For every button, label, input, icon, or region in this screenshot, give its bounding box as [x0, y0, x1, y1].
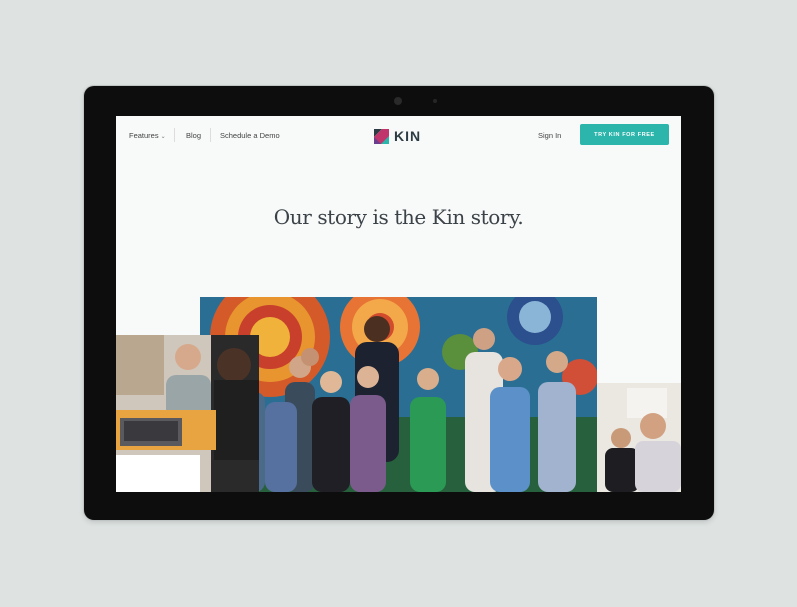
try-kin-button[interactable]: TRY KIN FOR FREE — [580, 124, 669, 145]
nav-schedule-demo[interactable]: Schedule a Demo — [220, 131, 280, 140]
kin-logo-icon — [374, 128, 389, 144]
nav-sign-in[interactable]: Sign In — [538, 131, 561, 140]
team-photo — [200, 297, 597, 492]
nav-features[interactable]: Features ⌄ — [129, 131, 166, 140]
sensor-dot — [433, 99, 437, 103]
camera-icon — [394, 97, 402, 105]
meeting-photo — [597, 383, 681, 492]
logo-text: KIN — [394, 128, 422, 144]
nav-blog[interactable]: Blog — [186, 131, 201, 140]
kin-logo[interactable]: KIN — [374, 128, 421, 144]
laptop-photo — [116, 335, 259, 492]
website-screen: Features ⌄ Blog Schedule a Demo KIN Sign … — [116, 116, 681, 492]
nav-divider — [174, 128, 175, 142]
page-headline: Our story is the Kin story. — [273, 205, 524, 229]
chevron-down-icon: ⌄ — [160, 134, 166, 140]
nav-divider — [210, 128, 211, 142]
tablet-device: Features ⌄ Blog Schedule a Demo KIN Sign … — [84, 86, 714, 520]
top-navigation: Features ⌄ Blog Schedule a Demo KIN Sign … — [116, 116, 681, 158]
nav-features-label: Features — [129, 131, 159, 140]
